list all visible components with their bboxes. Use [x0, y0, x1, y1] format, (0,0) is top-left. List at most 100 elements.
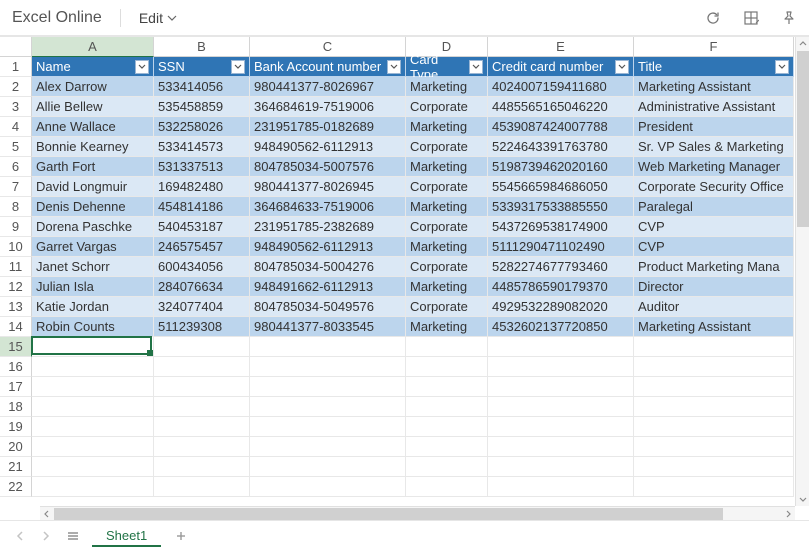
row-header-3[interactable]: 3 — [0, 97, 32, 117]
cell[interactable]: Garret Vargas — [32, 237, 154, 257]
cell[interactable] — [406, 377, 488, 397]
cell[interactable] — [32, 397, 154, 417]
cell[interactable] — [250, 337, 406, 357]
cell[interactable]: Janet Schorr — [32, 257, 154, 277]
cell[interactable]: Marketing — [406, 277, 488, 297]
cell[interactable] — [406, 437, 488, 457]
cell[interactable]: Administrative Assistant — [634, 97, 794, 117]
col-header-E[interactable]: E — [488, 37, 634, 57]
cell[interactable]: 5111290471102490 — [488, 237, 634, 257]
filter-dropdown-icon[interactable] — [615, 60, 629, 74]
row-header-9[interactable]: 9 — [0, 217, 32, 237]
cell[interactable]: Marketing — [406, 77, 488, 97]
cell[interactable]: Corporate — [406, 297, 488, 317]
cell[interactable]: 980441377-8033545 — [250, 317, 406, 337]
cell[interactable]: 804785034-5004276 — [250, 257, 406, 277]
cell[interactable] — [634, 377, 794, 397]
row-header-16[interactable]: 16 — [0, 357, 32, 377]
cell[interactable]: 4929532289082020 — [488, 297, 634, 317]
row-header-15[interactable]: 15 — [0, 337, 32, 357]
cell[interactable] — [32, 417, 154, 437]
cell[interactable] — [250, 437, 406, 457]
cell[interactable]: 948490562-6112913 — [250, 137, 406, 157]
cell[interactable] — [488, 357, 634, 377]
cell[interactable]: 5437269538174900 — [488, 217, 634, 237]
cell[interactable] — [154, 437, 250, 457]
cell[interactable] — [634, 457, 794, 477]
cell[interactable] — [32, 337, 154, 357]
cell[interactable]: 169482480 — [154, 177, 250, 197]
cell[interactable]: Anne Wallace — [32, 117, 154, 137]
cell[interactable] — [250, 417, 406, 437]
scroll-down-icon[interactable] — [796, 492, 809, 506]
cell[interactable] — [406, 457, 488, 477]
filter-dropdown-icon[interactable] — [231, 60, 245, 74]
cell[interactable] — [154, 417, 250, 437]
cell[interactable]: Corporate — [406, 257, 488, 277]
cell[interactable]: 804785034-5049576 — [250, 297, 406, 317]
cell[interactable]: 364684619-7519006 — [250, 97, 406, 117]
row-header-10[interactable]: 10 — [0, 237, 32, 257]
cell[interactable]: Denis Dehenne — [32, 197, 154, 217]
cell[interactable] — [250, 397, 406, 417]
cell[interactable]: 5224643391763780 — [488, 137, 634, 157]
table-header-cell[interactable]: Title — [634, 57, 794, 77]
cell[interactable] — [634, 357, 794, 377]
cell[interactable] — [488, 417, 634, 437]
cell[interactable] — [406, 477, 488, 497]
cell[interactable]: Marketing — [406, 317, 488, 337]
cell[interactable] — [154, 337, 250, 357]
sheet-nav-next[interactable] — [36, 527, 54, 545]
cell[interactable]: 231951785-0182689 — [250, 117, 406, 137]
cell[interactable]: 5339317533885550 — [488, 197, 634, 217]
cell[interactable]: 231951785-2382689 — [250, 217, 406, 237]
cell[interactable]: 540453187 — [154, 217, 250, 237]
all-sheets-icon[interactable] — [64, 527, 82, 545]
cell[interactable]: David Longmuir — [32, 177, 154, 197]
cell[interactable]: 948490562-6112913 — [250, 237, 406, 257]
cell[interactable] — [32, 357, 154, 377]
row-header-7[interactable]: 7 — [0, 177, 32, 197]
table-header-cell[interactable]: SSN — [154, 57, 250, 77]
cell[interactable] — [488, 377, 634, 397]
cell[interactable] — [154, 357, 250, 377]
cell[interactable]: 364684633-7519006 — [250, 197, 406, 217]
vertical-scrollbar-thumb[interactable] — [797, 51, 809, 227]
row-header-4[interactable]: 4 — [0, 117, 32, 137]
cell[interactable] — [32, 377, 154, 397]
cell[interactable] — [32, 437, 154, 457]
cell[interactable]: Paralegal — [634, 197, 794, 217]
scroll-up-icon[interactable] — [796, 37, 809, 51]
cell[interactable] — [488, 397, 634, 417]
cell[interactable]: 533414056 — [154, 77, 250, 97]
cell[interactable]: President — [634, 117, 794, 137]
add-sheet-button[interactable] — [171, 526, 191, 546]
cell[interactable]: 246575457 — [154, 237, 250, 257]
refresh-icon[interactable] — [705, 10, 721, 26]
row-header-22[interactable]: 22 — [0, 477, 32, 497]
cell[interactable] — [488, 337, 634, 357]
cell[interactable]: Marketing Assistant — [634, 77, 794, 97]
cell[interactable]: 324077404 — [154, 297, 250, 317]
cell[interactable] — [154, 477, 250, 497]
row-header-2[interactable]: 2 — [0, 77, 32, 97]
cell[interactable]: 804785034-5007576 — [250, 157, 406, 177]
cell[interactable]: 4024007159411680 — [488, 77, 634, 97]
cell[interactable]: Auditor — [634, 297, 794, 317]
cell[interactable] — [32, 457, 154, 477]
vertical-scrollbar[interactable] — [795, 37, 809, 506]
grid-view-icon[interactable] — [743, 10, 759, 26]
col-header-A[interactable]: A — [32, 37, 154, 57]
cell[interactable]: Sr. VP Sales & Marketing — [634, 137, 794, 157]
cell[interactable]: 980441377-8026967 — [250, 77, 406, 97]
cell[interactable] — [634, 477, 794, 497]
horizontal-scrollbar-thumb[interactable] — [54, 508, 723, 520]
table-header-cell[interactable]: Name — [32, 57, 154, 77]
cell[interactable]: Web Marketing Manager — [634, 157, 794, 177]
cell[interactable]: 284076634 — [154, 277, 250, 297]
edit-menu-button[interactable]: Edit — [139, 10, 177, 26]
col-header-B[interactable]: B — [154, 37, 250, 57]
row-header-1[interactable]: 1 — [0, 57, 32, 77]
row-header-21[interactable]: 21 — [0, 457, 32, 477]
row-header-6[interactable]: 6 — [0, 157, 32, 177]
